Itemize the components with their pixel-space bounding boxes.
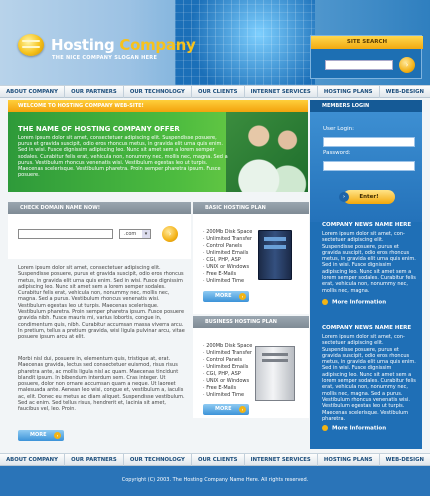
footer-nav-internet-services[interactable]: INTERNET SERVICES xyxy=(245,454,318,466)
password-field[interactable] xyxy=(323,161,415,171)
plan-feature: Free E-Mails xyxy=(203,271,252,278)
password-label: Password: xyxy=(323,150,351,156)
right-column: MEMBERS LOGIN User Login: Password: › Ent… xyxy=(310,100,422,449)
user-login-field[interactable] xyxy=(323,137,415,147)
check-domain-area: .com ▾ › xyxy=(8,214,191,259)
brand-name[interactable]: Hosting Company xyxy=(51,36,196,54)
footer: Copyright (C) 2003. The Hosting Company … xyxy=(0,466,430,496)
enter-button[interactable]: › Enter! xyxy=(339,190,395,204)
nav-hosting-plans[interactable]: HOSTING PLANS xyxy=(318,86,380,98)
footer-nav-hosting-plans[interactable]: HOSTING PLANS xyxy=(318,454,380,466)
nav-internet-services[interactable]: INTERNET SERVICES xyxy=(245,86,318,98)
nav-web-design[interactable]: WEB-DESIGN xyxy=(380,86,430,98)
brand-name-accent: Company xyxy=(119,36,196,54)
welcome-text: Lorem ipsum dolor sit amet, consectetuer… xyxy=(18,135,228,179)
domain-extension-value: .com xyxy=(124,231,137,237)
plan-feature: Control Panels xyxy=(203,243,252,250)
plan-feature: CGI, PHP, ASP xyxy=(203,257,252,264)
business-plan-area: 200Mb Disk Space Unlimited Transfer Cont… xyxy=(193,328,309,418)
welcome-bar: WELCOME TO HOSTING COMPANY WEB-SITE! xyxy=(8,100,308,112)
plan-feature: 200Mb Disk Space xyxy=(203,229,252,236)
plan-feature: CGI, PHP, ASP xyxy=(203,371,252,378)
news-title[interactable]: COMPANY NEWS NAME HERE xyxy=(322,325,411,331)
plan-feature: Unlimited Time xyxy=(203,278,252,285)
nav-about-company[interactable]: ABOUT COMPANY xyxy=(0,86,65,98)
arrow-right-icon: › xyxy=(239,406,246,413)
plan-feature: Unlimited Transfer xyxy=(203,236,252,243)
members-login-bar: MEMBERS LOGIN xyxy=(310,100,422,112)
domain-extension-select[interactable]: .com ▾ xyxy=(119,229,151,239)
arrow-right-icon: › xyxy=(168,230,172,238)
basic-plan-features: 200Mb Disk Space Unlimited Transfer Cont… xyxy=(203,229,252,285)
arrow-right-icon: › xyxy=(405,61,409,69)
search-input[interactable] xyxy=(325,60,393,70)
site-search-box: SITE SEARCH › xyxy=(310,35,423,79)
enter-label: Enter! xyxy=(359,194,379,200)
plan-feature: Control Panels xyxy=(203,357,252,364)
basic-plan-area: 200Mb Disk Space Unlimited Transfer Cont… xyxy=(193,214,309,314)
footer-nav-about-company[interactable]: ABOUT COMPANY xyxy=(0,454,65,466)
news-more-info-link[interactable]: More Information xyxy=(322,425,386,432)
chevron-down-icon: ▾ xyxy=(142,230,150,238)
brand-name-main: Hosting xyxy=(51,36,115,54)
footer-nav-web-design[interactable]: WEB-DESIGN xyxy=(380,454,430,466)
footer-nav: ABOUT COMPANY OUR PARTNERS OUR TECHNOLOG… xyxy=(0,453,430,466)
plan-feature: Unlimited Transfer xyxy=(203,350,252,357)
header: Hosting Company THE NICE COMPANY SLOGAN … xyxy=(0,0,430,85)
plan-feature: 200Mb Disk Space xyxy=(203,343,252,350)
header-graphic xyxy=(175,0,315,85)
basic-plan-bar: BASIC HOSTING PLAN xyxy=(193,202,309,214)
business-plan-more-button[interactable]: MORE › xyxy=(203,404,249,415)
members-login-panel: User Login: Password: › Enter! xyxy=(310,112,422,222)
search-go-button[interactable]: › xyxy=(399,57,415,73)
logo-disc-icon[interactable] xyxy=(18,34,44,56)
copyright: Copyright (C) 2003. The Hosting Company … xyxy=(121,477,309,483)
business-plan-bar: BUSINESS HOSTING PLAN xyxy=(193,316,309,328)
domain-input[interactable] xyxy=(18,229,113,239)
plan-feature: UNIX or Windows xyxy=(203,378,252,385)
server-image xyxy=(258,230,292,280)
news-text: Lorem ipsum dolor sit amet, con-sectetue… xyxy=(322,334,416,422)
slogan: THE NICE COMPANY SLOGAN HERE xyxy=(52,55,158,61)
site-search-title: SITE SEARCH xyxy=(311,36,423,49)
news-more-info-link[interactable]: More Information xyxy=(322,299,386,306)
plan-feature: UNIX or Windows xyxy=(203,264,252,271)
domain-go-button[interactable]: › xyxy=(162,226,178,242)
page: Hosting Company THE NICE COMPANY SLOGAN … xyxy=(0,0,430,496)
plan-feature: Unlimited Emails xyxy=(203,364,252,371)
arrow-bullet-icon xyxy=(322,425,328,431)
more-label: MORE xyxy=(215,406,232,412)
more-info-label: More Information xyxy=(332,299,387,306)
nav-our-partners[interactable]: OUR PARTNERS xyxy=(65,86,124,98)
server-image xyxy=(255,346,295,401)
plan-feature: Unlimited Emails xyxy=(203,250,252,257)
user-login-label: User Login: xyxy=(323,126,354,132)
plan-feature: Free E-Mails xyxy=(203,385,252,392)
arrow-bullet-icon xyxy=(322,299,328,305)
news-title[interactable]: COMPANY NEWS NAME HERE xyxy=(322,222,411,228)
nav-our-technology[interactable]: OUR TECHNOLOGY xyxy=(124,86,192,98)
people-photo xyxy=(226,112,308,192)
body-paragraph-1: Lorem ipsum dolor sit amet, consectetuer… xyxy=(18,265,185,341)
body-paragraph-2: Morbi nisl dui, posuere in, elementum qu… xyxy=(18,356,185,413)
more-label: MORE xyxy=(215,293,232,299)
body-more-button[interactable]: MORE › xyxy=(18,430,64,441)
arrow-right-icon: › xyxy=(54,432,61,439)
arrow-right-icon: › xyxy=(239,293,246,300)
basic-plan-more-button[interactable]: MORE › xyxy=(203,291,249,302)
plan-feature: Unlimited Time xyxy=(203,392,252,399)
news-text: Lorem ipsum dolor sit amet, con-sectetue… xyxy=(322,231,416,294)
arrow-right-icon: › xyxy=(339,192,349,202)
nav-our-clients[interactable]: OUR CLIENTS xyxy=(192,86,245,98)
more-info-label: More Information xyxy=(332,425,387,432)
footer-nav-our-partners[interactable]: OUR PARTNERS xyxy=(65,454,124,466)
business-plan-features: 200Mb Disk Space Unlimited Transfer Cont… xyxy=(203,343,252,399)
check-domain-bar: CHECK DOMAIN NAME NOW! xyxy=(8,202,191,214)
footer-nav-our-clients[interactable]: OUR CLIENTS xyxy=(192,454,245,466)
welcome-title: THE NAME OF HOSTING COMPANY OFFER xyxy=(18,125,180,133)
welcome-banner: THE NAME OF HOSTING COMPANY OFFER Lorem … xyxy=(8,112,308,192)
footer-nav-our-technology[interactable]: OUR TECHNOLOGY xyxy=(124,454,192,466)
top-nav: ABOUT COMPANY OUR PARTNERS OUR TECHNOLOG… xyxy=(0,85,430,98)
more-label: MORE xyxy=(30,432,47,438)
